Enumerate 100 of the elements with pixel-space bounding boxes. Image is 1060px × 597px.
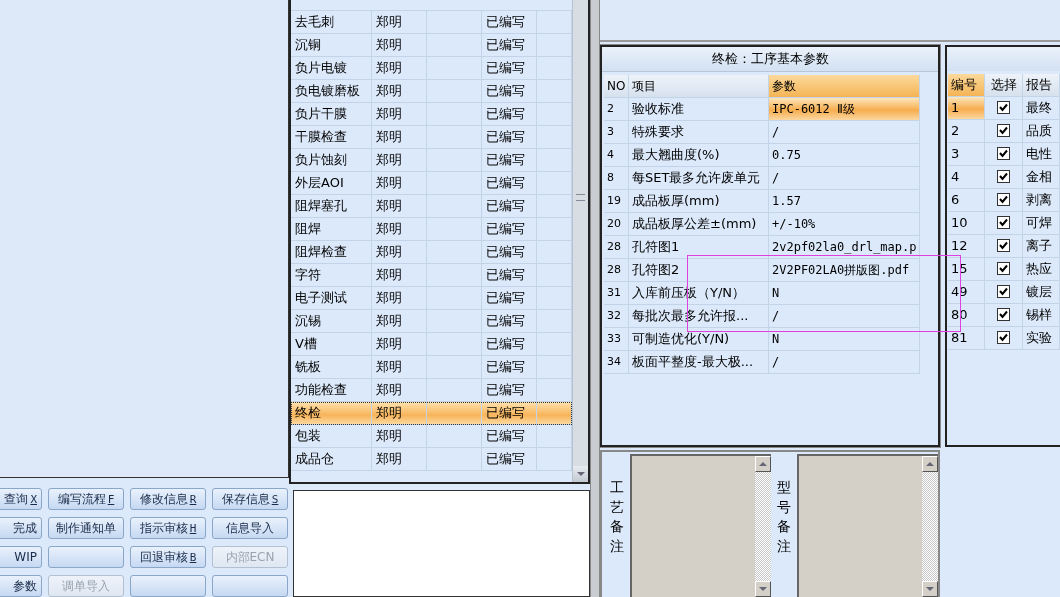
checkbox[interactable] — [997, 216, 1010, 230]
table-cell: 20 — [604, 212, 629, 236]
table-cell: 郑明 — [372, 11, 427, 33]
checkbox[interactable] — [997, 239, 1010, 253]
table-cell: 最终 — [1022, 96, 1060, 120]
table-cell[interactable]: 12 — [948, 234, 986, 258]
button[interactable]: 制作通知单 — [48, 517, 124, 539]
table-row[interactable]: 包装 郑明 已编写 — [291, 425, 572, 448]
table-row[interactable]: 字符 郑明 已编写 — [291, 264, 572, 287]
table-cell: 实验 — [1022, 326, 1060, 350]
scroll-down-button[interactable] — [573, 466, 588, 482]
scrollbar[interactable] — [922, 454, 938, 597]
table-cell[interactable]: 6 — [948, 188, 986, 212]
table-cell[interactable]: 1.57 — [769, 189, 920, 213]
table-cell[interactable]: 1 — [948, 96, 986, 120]
checkbox[interactable] — [997, 170, 1010, 184]
table-cell[interactable]: 10 — [948, 211, 986, 235]
table-cell[interactable]: 2 — [948, 119, 986, 143]
table-row[interactable]: 电子测试 郑明 已编写 — [291, 287, 572, 310]
table-row[interactable]: 阻焊检查 郑明 已编写 — [291, 241, 572, 264]
table-row[interactable]: 去毛刺 郑明 已编写 — [291, 11, 572, 34]
table-row[interactable]: 干膜检查 郑明 已编写 — [291, 126, 572, 149]
table-cell[interactable]: 2v2pf02la0_drl_map.p — [769, 235, 920, 259]
text-area[interactable] — [797, 454, 922, 597]
checkbox[interactable] — [997, 147, 1010, 161]
checkbox[interactable] — [997, 308, 1010, 322]
field-label: 型号备注 — [776, 478, 792, 556]
button[interactable]: 信息导入 — [212, 517, 288, 539]
scroll-down-button[interactable] — [922, 581, 938, 597]
table-row[interactable]: 终检 郑明 已编写 — [291, 402, 572, 425]
button[interactable]: WIP — [0, 546, 42, 568]
table-row[interactable]: 成品仓 郑明 已编写 — [291, 448, 572, 471]
table-cell: 负片干膜 — [291, 103, 372, 125]
table-row[interactable]: V槽 郑明 已编写 — [291, 333, 572, 356]
button[interactable]: 修改信息 R — [130, 488, 206, 510]
table-cell: 32 — [604, 304, 629, 328]
table-cell[interactable]: IPC-6012 Ⅱ级 — [769, 97, 920, 121]
checkbox[interactable] — [997, 285, 1010, 299]
table-cell: 热应 — [1022, 257, 1060, 281]
button[interactable]: 指示审核 H — [130, 517, 206, 539]
column-header[interactable]: 项目 — [629, 74, 769, 98]
button[interactable]: 参数 — [0, 575, 42, 597]
scrollbar[interactable] — [755, 454, 771, 597]
button[interactable]: 完成 — [0, 517, 42, 539]
button[interactable]: 编写流程 F — [48, 488, 124, 510]
table-row[interactable]: 阻焊塞孔 郑明 已编写 — [291, 195, 572, 218]
table-row[interactable]: 负片蚀刻 郑明 已编写 — [291, 149, 572, 172]
table-cell: 31 — [604, 281, 629, 305]
table-row[interactable]: 沉锡 郑明 已编写 — [291, 310, 572, 333]
table-cell: 负电镀磨板 — [291, 80, 372, 102]
column-header[interactable]: 编号 — [948, 73, 986, 97]
table-cell: 郑明 — [372, 425, 427, 447]
checkbox[interactable] — [997, 101, 1010, 115]
scroll-up-button[interactable] — [922, 456, 938, 473]
table-row[interactable]: 沉铜 郑明 已编写 — [291, 34, 572, 57]
table-cell: 干膜检查 — [291, 126, 372, 148]
table-cell: 已编写 — [482, 310, 537, 332]
button[interactable]: 查询 X — [0, 488, 42, 510]
table-cell[interactable]: N — [769, 327, 920, 351]
table-row[interactable]: 负片电镀 郑明 已编写 — [291, 57, 572, 80]
table-row[interactable]: 阻焊 郑明 已编写 — [291, 218, 572, 241]
table-cell[interactable]: +/-10% — [769, 212, 920, 236]
table-cell: 郑明 — [372, 264, 427, 286]
table-cell: 郑明 — [372, 172, 427, 194]
table-cell[interactable]: 0.75 — [769, 143, 920, 167]
table-cell[interactable]: 2V2PF02LA0拼版图.pdf — [769, 258, 920, 282]
table-cell[interactable]: / — [769, 350, 920, 374]
checkbox[interactable] — [997, 124, 1010, 138]
checkbox[interactable] — [997, 262, 1010, 276]
table-row[interactable]: 负片干膜 郑明 已编写 — [291, 103, 572, 126]
table-row[interactable]: 外层AOI 郑明 已编写 — [291, 172, 572, 195]
table-row[interactable]: 铣板 郑明 已编写 — [291, 356, 572, 379]
table-cell[interactable]: / — [769, 120, 920, 144]
table-row[interactable]: 负电镀磨板 郑明 已编写 — [291, 80, 572, 103]
column-header[interactable]: 参数 — [769, 74, 920, 98]
button[interactable]: 回退审核 B — [130, 546, 206, 568]
table-cell[interactable]: 81 — [948, 326, 986, 350]
table-cell[interactable]: / — [769, 304, 920, 328]
table-cell: 负片电镀 — [291, 57, 372, 79]
table-cell: 已编写 — [482, 448, 537, 470]
column-header[interactable]: 选择 — [985, 73, 1023, 97]
button[interactable]: 保存信息 S — [212, 488, 288, 510]
column-header[interactable]: NO — [604, 74, 629, 98]
table-cell: 郑明 — [372, 379, 427, 401]
checkbox[interactable] — [997, 193, 1010, 207]
table-cell[interactable]: 4 — [948, 165, 986, 189]
table-cell[interactable]: 3 — [948, 142, 986, 166]
table-cell[interactable]: / — [769, 166, 920, 190]
text-area[interactable] — [630, 454, 755, 597]
scroll-down-button[interactable] — [755, 581, 771, 597]
table-cell: 郑明 — [372, 195, 427, 217]
scrollbar[interactable] — [572, 0, 588, 482]
table-cell[interactable]: N — [769, 281, 920, 305]
scroll-up-button[interactable] — [755, 456, 771, 473]
checkbox[interactable] — [997, 331, 1010, 345]
table-cell: 已编写 — [482, 34, 537, 56]
table-cell: 4 — [604, 143, 629, 167]
table-cell: 外层AOI — [291, 172, 372, 194]
scroll-grip-icon[interactable] — [576, 194, 585, 201]
column-header[interactable]: 报告 — [1022, 73, 1060, 97]
